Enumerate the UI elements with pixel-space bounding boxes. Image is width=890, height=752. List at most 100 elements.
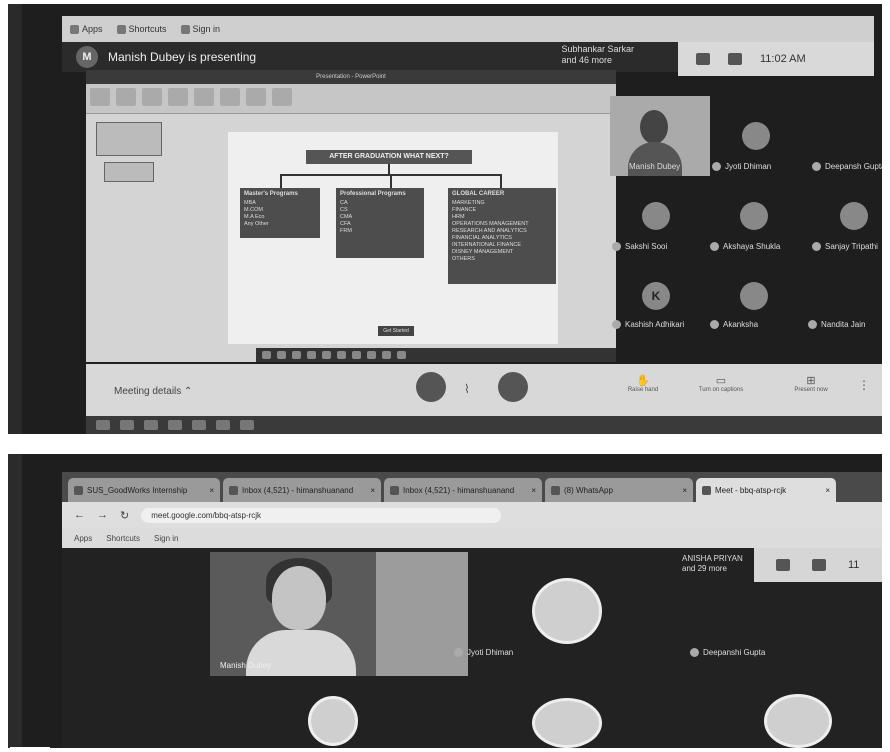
person-head xyxy=(640,110,668,144)
participant-name: Sakshi Sooi xyxy=(612,242,667,252)
professional-box: Professional Programs CA CS CMA CFA FRM xyxy=(336,188,424,258)
close-icon[interactable]: × xyxy=(531,486,536,495)
windows-taskbar xyxy=(86,416,882,434)
participant-avatar xyxy=(840,202,868,230)
taskbar-icon[interactable] xyxy=(120,420,134,430)
ribbon-button[interactable] xyxy=(220,88,240,106)
ribbon-button[interactable] xyxy=(90,88,110,106)
divider xyxy=(10,747,50,750)
url-field[interactable]: meet.google.com/bbq-atsp-rcjk xyxy=(141,507,502,523)
meet-header: M Manish Dubey is presenting Subhankar S… xyxy=(62,42,874,76)
raise-hand-button[interactable]: ✋ Raise hand xyxy=(616,374,670,393)
ribbon-button[interactable] xyxy=(246,88,266,106)
taskbar-icon[interactable] xyxy=(397,351,406,359)
mic-icon xyxy=(710,242,719,252)
ppt-title: Presentation - PowerPoint xyxy=(86,70,616,84)
taskbar-icon[interactable] xyxy=(352,351,361,359)
close-icon[interactable]: × xyxy=(209,486,214,495)
browser-tab[interactable]: (8) WhatsApp × xyxy=(545,478,693,502)
address-bar-row: ← → ↻ meet.google.com/bbq-atsp-rcjk xyxy=(62,502,882,528)
present-icon: ⊞ xyxy=(806,375,816,387)
taskbar-icon[interactable] xyxy=(168,420,182,430)
taskbar-icon[interactable] xyxy=(96,420,110,430)
captions-button[interactable]: ▭ Turn on captions xyxy=(694,374,748,393)
apps-icon xyxy=(70,24,79,34)
participant-name: Akshaya Shukla xyxy=(710,242,780,252)
meeting-details-link[interactable]: Meeting details ⌃ xyxy=(114,386,192,397)
mic-icon xyxy=(612,242,621,252)
mic-icon xyxy=(616,162,625,172)
mic-icon xyxy=(690,648,699,658)
slide-thumbnail[interactable] xyxy=(96,122,162,156)
participant-name: Nandita Jain xyxy=(808,320,865,330)
clock: 11 xyxy=(848,559,860,571)
meet-top-controls: 11:02 AM xyxy=(678,42,874,76)
taskbar-icon[interactable] xyxy=(367,351,376,359)
presenter-avatar: M xyxy=(76,46,98,68)
browser-tab[interactable]: Inbox (4,521) - himanshuanand × xyxy=(223,478,381,502)
slide-canvas: AFTER GRADUATION WHAT NEXT? Master's Pro… xyxy=(228,132,558,344)
person-head xyxy=(272,566,326,630)
bookmark-shortcuts[interactable]: Shortcuts xyxy=(116,24,167,34)
close-icon[interactable]: × xyxy=(825,486,830,495)
top-screenshot: Apps Shortcuts Sign in M Manish Dubey is… xyxy=(8,4,882,434)
ribbon-button[interactable] xyxy=(116,88,136,106)
taskbar-icon[interactable] xyxy=(216,420,230,430)
taskbar-icon[interactable] xyxy=(322,351,331,359)
chat-icon[interactable] xyxy=(812,559,826,571)
bookmark-apps[interactable]: Apps xyxy=(70,24,103,34)
mic-toggle-button[interactable] xyxy=(416,372,446,402)
ribbon-button[interactable] xyxy=(168,88,188,106)
forward-icon[interactable]: → xyxy=(97,509,108,521)
people-icon[interactable] xyxy=(696,53,710,65)
connector xyxy=(280,174,282,188)
ppt-ribbon xyxy=(86,84,616,114)
slide-thumbnail[interactable] xyxy=(104,162,154,182)
tab-favicon xyxy=(390,485,399,495)
browser-tab-strip: SUS_GoodWorks Internship × Inbox (4,521) … xyxy=(62,472,882,502)
bookmark-signin[interactable]: Sign in xyxy=(154,534,178,543)
camera-toggle-button[interactable] xyxy=(498,372,528,402)
taskbar-icon[interactable] xyxy=(337,351,346,359)
participant-avatar xyxy=(532,578,602,644)
taskbar-icon[interactable] xyxy=(292,351,301,359)
browser-tab-active[interactable]: Meet - bbq-atsp-rcjk × xyxy=(696,478,836,502)
browser-tab[interactable]: Inbox (4,521) - himanshuanand × xyxy=(384,478,542,502)
ribbon-button[interactable] xyxy=(272,88,292,106)
ribbon-button[interactable] xyxy=(194,88,214,106)
participant-avatar: K xyxy=(642,282,670,310)
bookmark-shortcuts[interactable]: Shortcuts xyxy=(106,534,140,543)
participant-avatar xyxy=(308,696,358,746)
bookmark-signin[interactable]: Sign in xyxy=(180,24,220,34)
reload-icon[interactable]: ↻ xyxy=(120,509,129,522)
taskbar-icon[interactable] xyxy=(240,420,254,430)
participant-name: Manish Dubey xyxy=(616,162,680,172)
bookmark-apps[interactable]: Apps xyxy=(74,534,92,543)
taskbar-icon[interactable] xyxy=(307,351,316,359)
present-button[interactable]: ⊞ Present now xyxy=(784,374,838,393)
slide-footer-label: Get Started xyxy=(378,326,414,336)
close-icon[interactable]: × xyxy=(682,486,687,495)
tab-favicon xyxy=(702,485,711,495)
ribbon-button[interactable] xyxy=(142,88,162,106)
participant-name: Deepansh Gupta xyxy=(812,162,882,172)
participant-name: Jyoti Dhiman xyxy=(712,162,771,172)
chat-icon[interactable] xyxy=(728,53,742,65)
hangup-icon[interactable]: ⌇ xyxy=(464,382,470,396)
participant-name: Deepanshi Gupta xyxy=(690,648,765,658)
taskbar-icon[interactable] xyxy=(192,420,206,430)
taskbar-icon[interactable] xyxy=(277,351,286,359)
masters-box: Master's Programs MBA M.COM M.A Eco Any … xyxy=(240,188,320,238)
people-icon[interactable] xyxy=(776,559,790,571)
taskbar-icon[interactable] xyxy=(144,420,158,430)
browser-tab[interactable]: SUS_GoodWorks Internship × xyxy=(68,478,220,502)
back-icon[interactable]: ← xyxy=(74,509,85,521)
mic-icon xyxy=(812,162,821,172)
presenter-video[interactable]: Manish Dubey xyxy=(210,552,468,676)
taskbar-icon[interactable] xyxy=(262,351,271,359)
participant-avatar xyxy=(742,122,770,150)
more-options-icon[interactable]: ⋮ xyxy=(858,378,870,392)
slide-title: AFTER GRADUATION WHAT NEXT? xyxy=(306,150,472,164)
taskbar-icon[interactable] xyxy=(382,351,391,359)
close-icon[interactable]: × xyxy=(370,486,375,495)
